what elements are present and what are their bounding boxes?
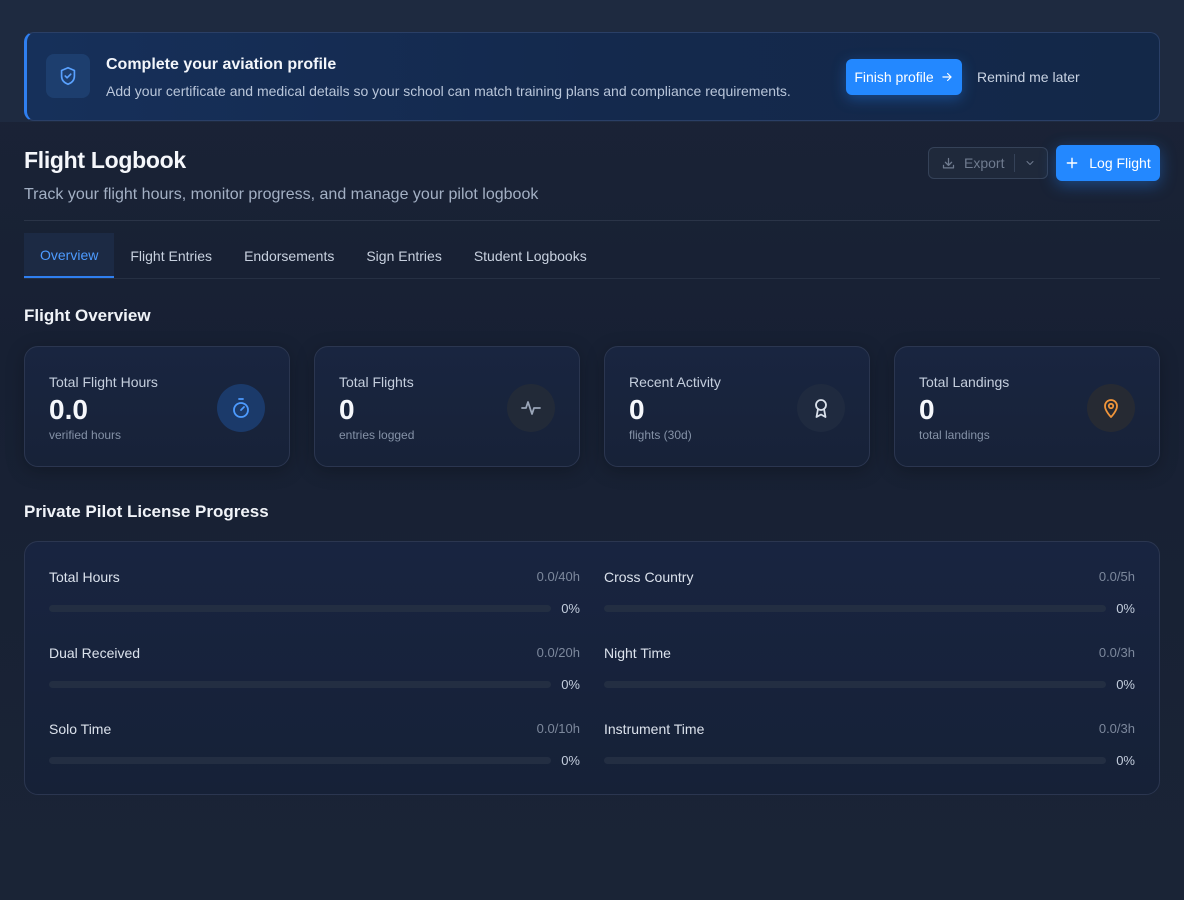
stat-value: 0: [629, 394, 645, 425]
plus-icon: [1066, 157, 1078, 169]
stat-label: Total Flights: [339, 374, 414, 390]
stat-label: Total Flight Hours: [49, 374, 158, 390]
progress-ratio: 0.0/20h: [536, 645, 580, 660]
award-ribbon-icon: [797, 384, 845, 432]
download-icon: [942, 157, 955, 168]
tab-student-logbooks[interactable]: Student Logbooks: [458, 233, 603, 278]
progress-ratio: 0.0/3h: [1098, 645, 1135, 660]
stat-value: 0: [919, 394, 935, 425]
progress-track: [49, 681, 551, 688]
page: Complete your aviation profile Add your …: [0, 0, 1184, 900]
ppl-progress-title: Private Pilot License Progress: [24, 502, 269, 521]
log-flight-button[interactable]: Log Flight: [1056, 145, 1160, 181]
chevron-down-icon[interactable]: [1024, 157, 1036, 169]
stat-caption: entries logged: [339, 428, 415, 442]
stat-card-recent-activity: Recent Activity 0 flights (30d): [604, 346, 870, 467]
stat-caption: total landings: [919, 428, 990, 442]
progress-percent: 0%: [561, 753, 580, 768]
progress-percent: 0%: [561, 677, 580, 692]
stat-caption: verified hours: [49, 428, 122, 442]
profile-banner: Complete your aviation profile Add your …: [24, 32, 1160, 121]
tab-sign-entries[interactable]: Sign Entries: [350, 233, 457, 278]
progress-track: [604, 605, 1106, 612]
tab-endorsements[interactable]: Endorsements: [228, 233, 350, 278]
export-divider: [1014, 154, 1015, 172]
progress-label: Total Hours: [49, 569, 120, 585]
progress-percent: 0%: [1116, 753, 1135, 768]
log-flight-label: Log Flight: [1089, 155, 1151, 171]
progress-ratio: 0.0/5h: [1098, 569, 1135, 584]
export-button[interactable]: Export: [928, 147, 1048, 179]
page-title: Flight Logbook: [24, 147, 186, 173]
ppl-progress-panel: Total Hours 0.0/40h 0% Cross Country 0.0…: [24, 541, 1160, 795]
tab-flight-entries[interactable]: Flight Entries: [114, 233, 228, 278]
progress-row-total-hours: Total Hours 0.0/40h 0%: [49, 542, 580, 616]
progress-ratio: 0.0/3h: [1098, 721, 1135, 736]
progress-ratio: 0.0/10h: [536, 721, 580, 736]
progress-label: Cross Country: [604, 569, 694, 585]
progress-percent: 0%: [561, 601, 580, 616]
stat-value: 0: [339, 394, 355, 425]
activity-pulse-icon: [507, 384, 555, 432]
stat-label: Recent Activity: [629, 374, 721, 390]
header-divider: [24, 220, 1160, 221]
progress-track: [49, 757, 551, 764]
flight-overview-title: Flight Overview: [24, 306, 151, 325]
progress-label: Dual Received: [49, 645, 141, 661]
progress-ratio: 0.0/40h: [536, 569, 580, 584]
banner-description: Add your certificate and medical details…: [106, 83, 791, 99]
stopwatch-icon: [217, 384, 265, 432]
stat-card-total-flights: Total Flights 0 entries logged: [314, 346, 580, 467]
stat-card-total-flight-hours: Total Flight Hours 0.0 verified hours: [24, 346, 290, 467]
arrow-right-icon: [942, 72, 952, 82]
progress-row-cross-country: Cross Country 0.0/5h 0%: [604, 542, 1135, 616]
map-pin-icon: [1087, 384, 1135, 432]
progress-track: [49, 605, 551, 612]
progress-percent: 0%: [1116, 601, 1135, 616]
progress-percent: 0%: [1116, 677, 1135, 692]
page-subtitle: Track your flight hours, monitor progres…: [24, 186, 539, 203]
tabs-divider: [24, 278, 1160, 279]
progress-label: Instrument Time: [604, 721, 705, 737]
stat-label: Total Landings: [919, 374, 1010, 390]
progress-row-solo-time: Solo Time 0.0/10h 0%: [49, 694, 580, 768]
finish-profile-button[interactable]: Finish profile: [846, 59, 962, 95]
tab-overview[interactable]: Overview: [24, 233, 115, 278]
progress-row-dual-received: Dual Received 0.0/20h 0%: [49, 618, 580, 692]
stat-value: 0.0: [49, 394, 88, 425]
progress-row-instrument-time: Instrument Time 0.0/3h 0%: [604, 694, 1135, 768]
tab-bar: Overview Flight Entries Endorsements Sig…: [24, 233, 603, 278]
progress-track: [604, 757, 1106, 764]
remind-later-button[interactable]: Remind me later: [977, 59, 1080, 95]
stat-caption: flights (30d): [629, 428, 692, 442]
shield-check-icon: [46, 54, 90, 98]
progress-row-night-time: Night Time 0.0/3h 0%: [604, 618, 1135, 692]
banner-title: Complete your aviation profile: [106, 56, 337, 73]
progress-track: [604, 681, 1106, 688]
finish-profile-label: Finish profile: [854, 69, 934, 85]
progress-label: Night Time: [604, 645, 671, 661]
progress-label: Solo Time: [49, 721, 112, 737]
export-label: Export: [964, 155, 1005, 171]
stat-card-total-landings: Total Landings 0 total landings: [894, 346, 1160, 467]
